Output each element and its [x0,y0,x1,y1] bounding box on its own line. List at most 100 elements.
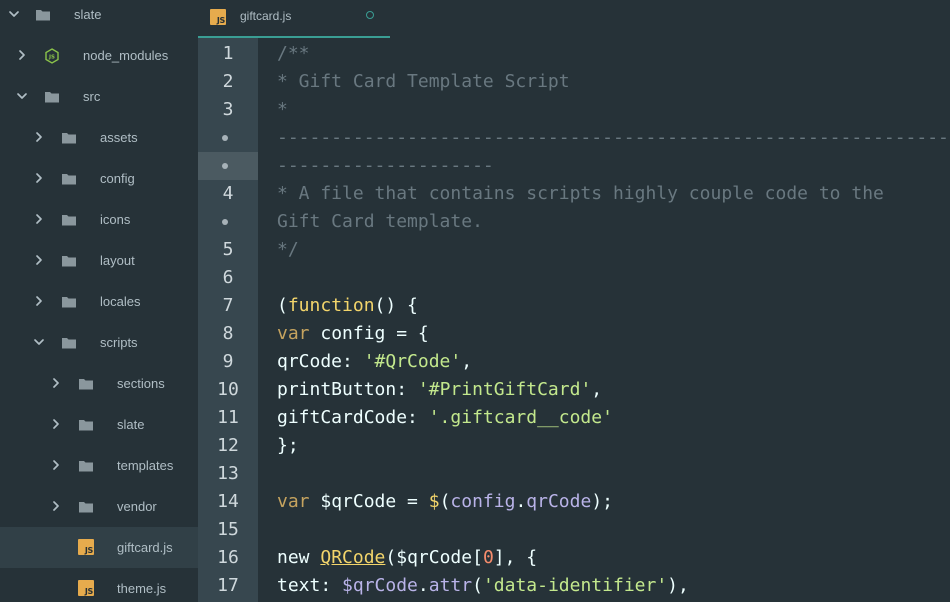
nodejs-folder-icon: JS [44,48,60,64]
code-line[interactable]: Gift Card template. [277,208,483,236]
chevron-right-icon[interactable] [32,294,46,308]
tree-item-scripts[interactable]: scripts [0,322,198,363]
code-token: ----------------------------------------… [277,127,949,148]
file-tree-sidebar: slate JS node_modules src assets config icons l… [0,0,198,602]
js-file-icon: JS [78,580,94,596]
code-token: var [277,491,310,512]
code-line[interactable]: * Gift Card Template Script [277,68,570,96]
tree-item-src[interactable]: src [0,76,198,117]
code-token: var [277,323,310,344]
folder-icon [78,376,94,392]
code-line[interactable]: var $qrCode = $(config.qrCode); [277,488,613,516]
code-token: ), [667,575,689,596]
code-token: * Gift Card Template Script [277,71,570,92]
code-line[interactable]: ----------------------------------------… [277,124,949,152]
code-token: ], { [493,547,538,568]
tree-item-sections[interactable]: sections [0,363,198,404]
code-line[interactable]: printButton: '#PrintGiftCard', [277,376,602,404]
chevron-right-icon[interactable] [32,212,46,226]
code-token: 0 [482,547,494,568]
code-line[interactable]: /** [277,40,310,68]
tree-item-label: src [83,89,101,104]
tree-item-config[interactable]: config [0,158,198,199]
code-token: */ [277,239,299,260]
line-number: 14 [217,491,239,512]
tree-item-templates[interactable]: templates [0,445,198,486]
line-number: 9 [222,351,234,372]
tree-item-locales[interactable]: locales [0,281,198,322]
tree-item-label: config [100,171,135,186]
line-number: 1 [222,43,234,64]
folder-icon [61,253,77,269]
tree-item-node-modules[interactable]: JS node_modules [0,35,198,76]
tree-item-slate[interactable]: slate [0,404,198,445]
code-token: '#QrCode' [363,351,462,372]
code-token: qrCode: [277,351,364,372]
code-token: 'data-identifier' [482,575,668,596]
tree-item-icons[interactable]: icons [0,199,198,240]
chevron-right-icon[interactable] [49,417,63,431]
chevron-down-icon[interactable] [7,7,21,21]
line-number: 8 [222,323,234,344]
code-line[interactable]: var config = { [277,320,429,348]
code-line[interactable]: }; [277,432,299,460]
code-token: ( [472,575,483,596]
chevron-right-icon[interactable] [49,499,63,513]
code-token: ( [439,491,451,512]
chevron-right-icon[interactable] [15,48,29,62]
chevron-right-icon[interactable] [32,130,46,144]
wrap-dot-icon [222,219,228,225]
tree-item-giftcard-js[interactable]: JS giftcard.js [0,527,198,568]
code-token: qrCode [526,491,592,512]
code-line[interactable]: giftCardCode: '.giftcard__code' [277,404,613,432]
line-number: 11 [217,407,239,428]
tree-item-theme-js[interactable]: JS theme.js [0,568,198,602]
chevron-right-icon[interactable] [32,171,46,185]
line-number: 7 [222,295,234,316]
code-line[interactable]: (function() { [277,292,418,320]
tree-item-layout[interactable]: layout [0,240,198,281]
modified-indicator-icon[interactable] [366,11,374,19]
tree-item-vendor[interactable]: vendor [0,486,198,527]
line-number: 15 [217,519,239,540]
tab-giftcard-js[interactable]: JS giftcard.js [198,0,390,38]
chevron-right-icon[interactable] [49,376,63,390]
tab-bar: JS giftcard.js [198,0,950,38]
line-number: 16 [217,547,239,568]
chevron-down-icon[interactable] [15,89,29,103]
wrap-dot-icon [222,135,228,141]
code-token: text: [277,575,343,596]
code-editor[interactable]: /** * Gift Card Template Script * ---------… [277,38,950,602]
tree-item-assets[interactable]: assets [0,117,198,158]
tree-item-label: node_modules [83,48,169,63]
code-line[interactable]: -------------------- [277,152,494,180]
folder-icon [61,294,77,310]
code-line[interactable]: new QRCode($qrCode[0], { [277,544,537,572]
tree-item-label: scripts [100,335,138,350]
code-token: , [591,379,603,400]
code-token: QRCode [320,547,386,568]
code-line[interactable]: * A file that contains scripts highly co… [277,180,884,208]
code-token: . [515,491,527,512]
code-token: attr [428,575,473,596]
code-line[interactable]: qrCode: '#QrCode', [277,348,472,376]
line-number: 10 [217,379,239,400]
code-token: function [287,295,375,316]
chevron-down-icon[interactable] [32,335,46,349]
code-line[interactable]: */ [277,236,299,264]
folder-icon [78,417,94,433]
code-token: $qrCode = [309,491,429,512]
gutter-spacer [258,38,277,602]
line-number-gutter: 1 2 3 4 5 6 7 8 9 10 11 12 13 14 15 16 17 [198,38,258,602]
chevron-right-icon[interactable] [49,458,63,472]
code-token: , [461,351,473,372]
wrapped-line-marker [198,124,258,152]
tree-item-slate[interactable]: slate [0,0,198,35]
folder-icon [44,89,60,105]
code-token: new [277,547,321,568]
code-line[interactable]: text: $qrCode.attr('data-identifier'), [277,572,689,600]
code-line[interactable]: * [277,96,288,124]
chevron-right-icon[interactable] [32,253,46,267]
code-token: -------------------- [277,155,494,176]
code-token: ($qrCode[ [385,547,483,568]
